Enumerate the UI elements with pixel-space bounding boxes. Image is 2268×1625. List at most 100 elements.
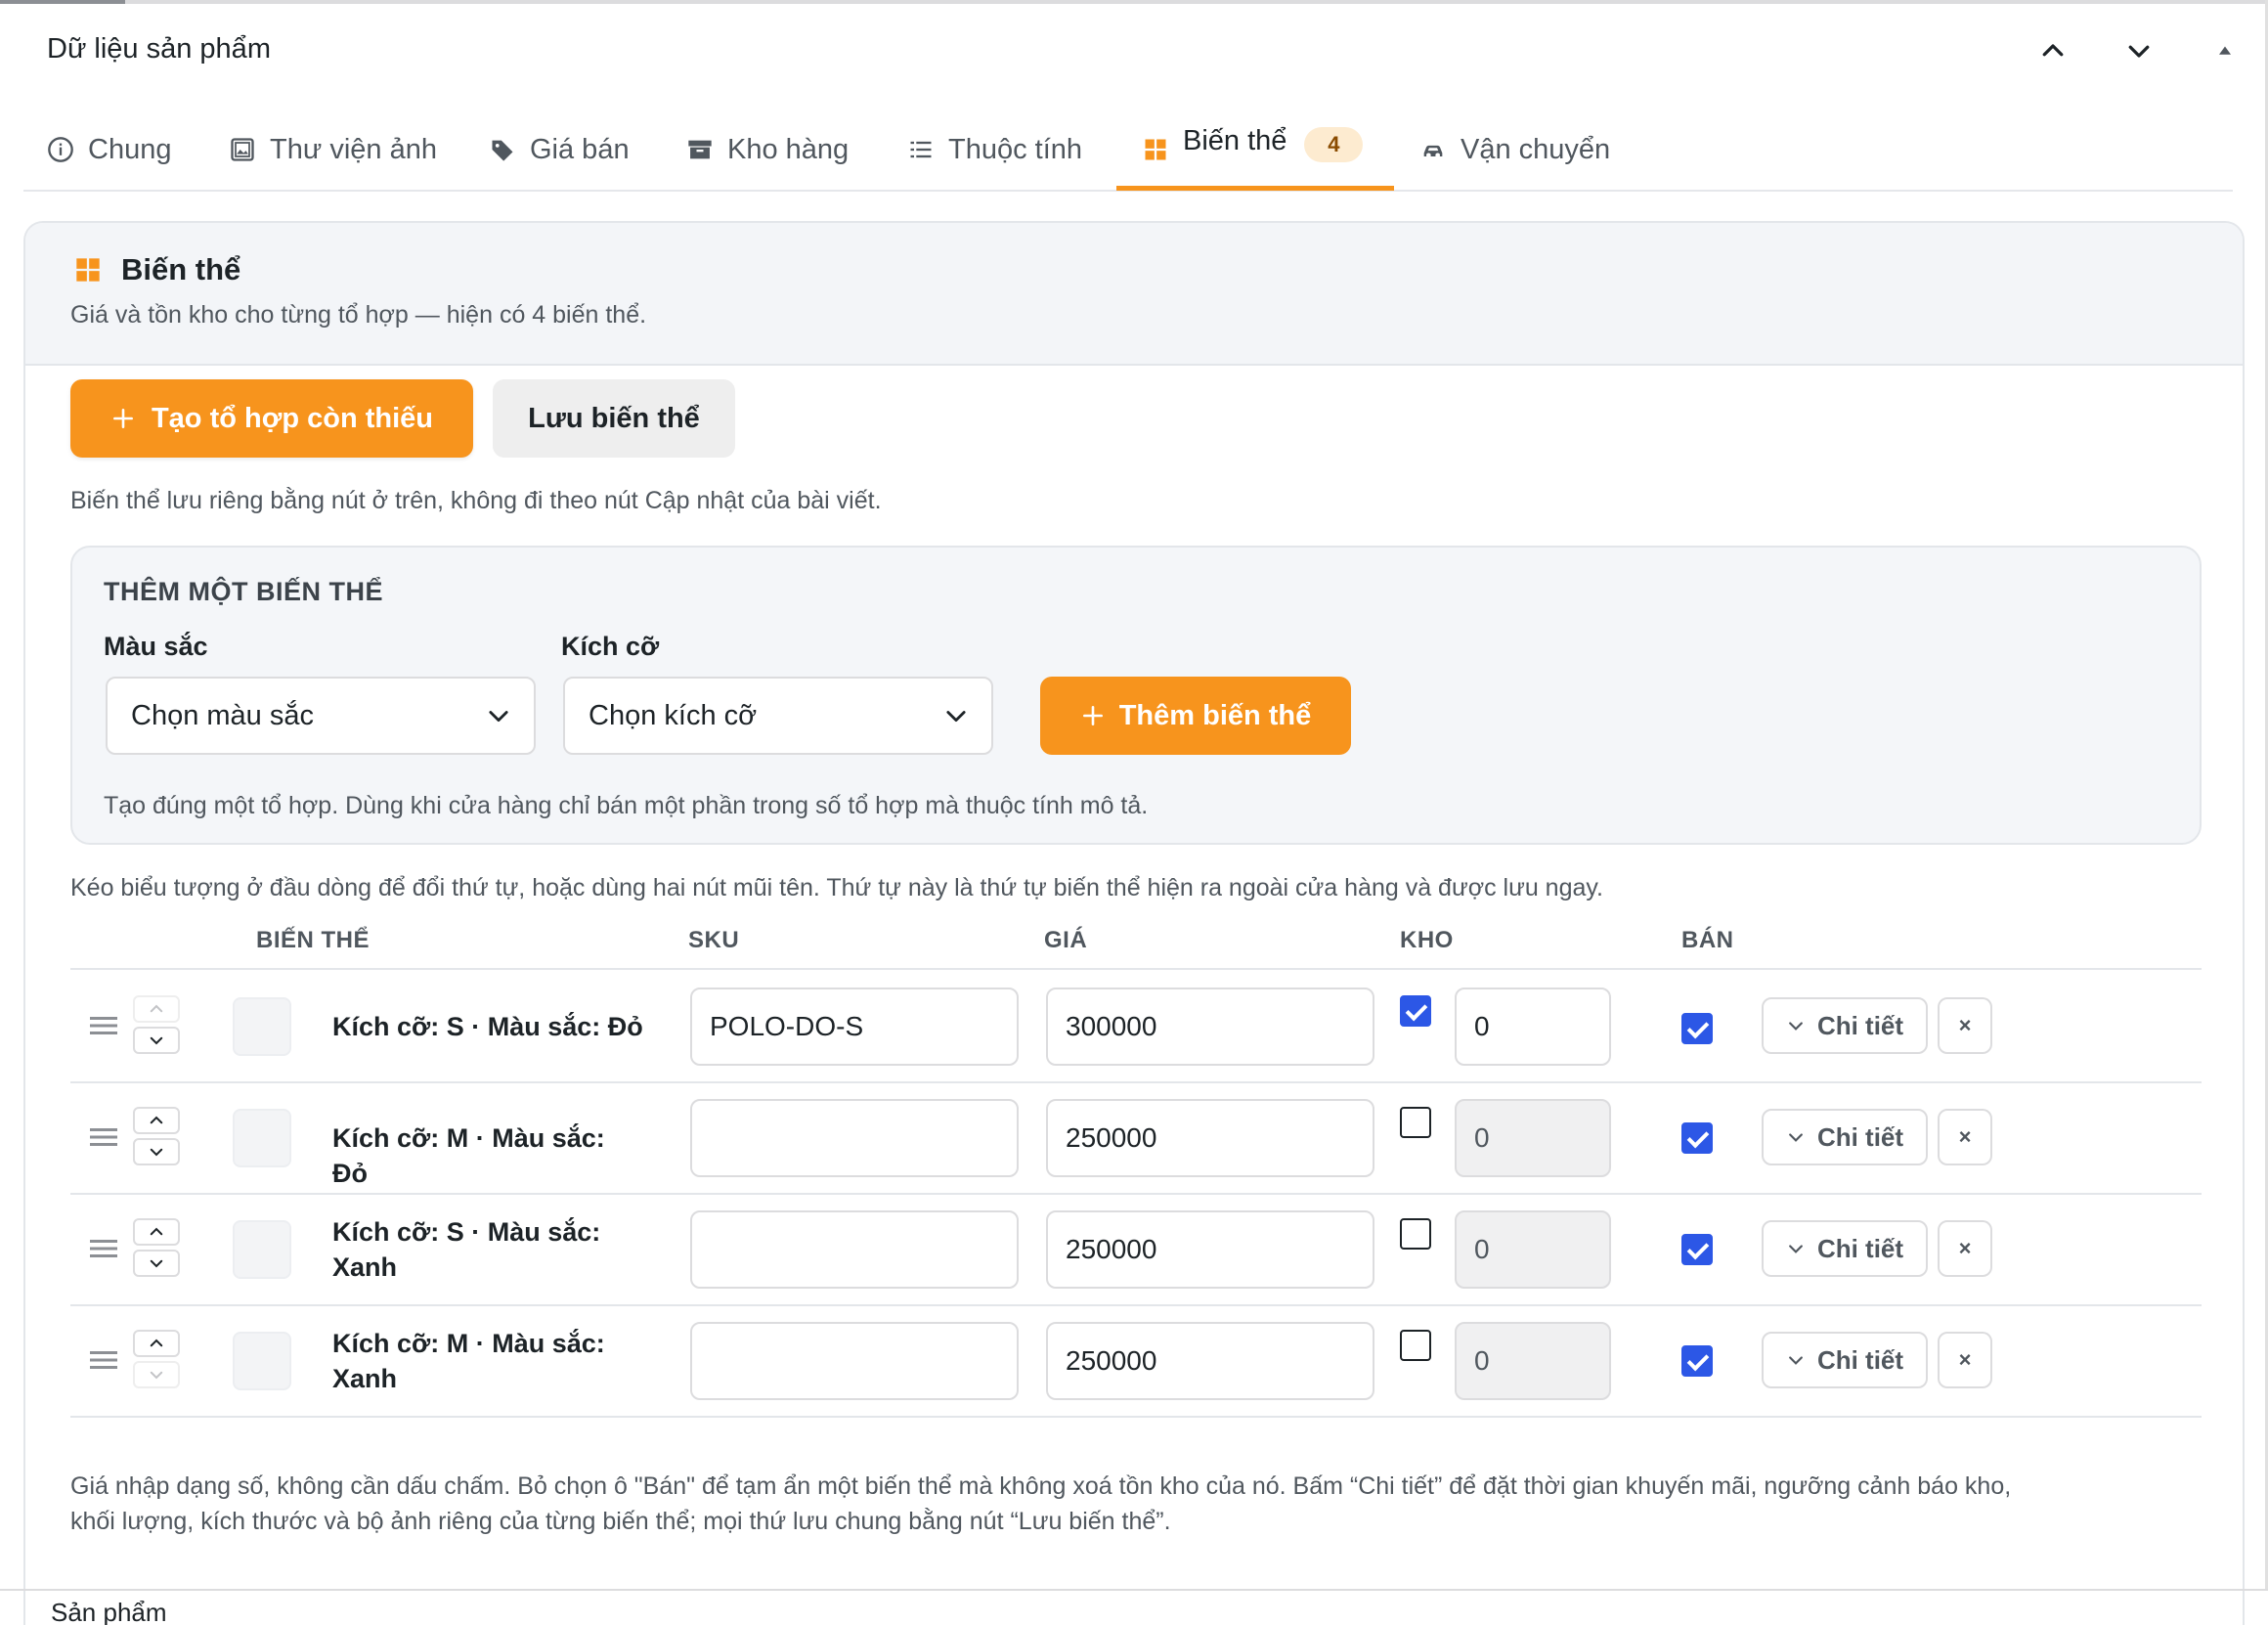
details-button[interactable]: Chi tiết — [1762, 1220, 1928, 1277]
tab-label: Biến thể — [1183, 124, 1287, 156]
tab-label: Giá bán — [530, 133, 630, 165]
save-note: Biến thể lưu riêng bằng nút ở trên, khôn… — [70, 487, 882, 514]
create-missing-combinations-button[interactable]: Tạo tổ hợp còn thiếu — [70, 379, 473, 458]
sell-checkbox[interactable] — [1681, 1122, 1713, 1154]
tab-label: Chung — [88, 133, 172, 165]
gallery-icon — [229, 136, 256, 163]
move-row-down-button[interactable] — [133, 1027, 180, 1054]
variant-image-placeholder[interactable] — [233, 1220, 291, 1279]
close-icon: × — [1958, 1347, 1972, 1372]
delete-variant-button[interactable]: × — [1938, 1109, 1992, 1165]
tab-gallery[interactable]: Thư viện ảnh — [229, 108, 437, 192]
stock-input[interactable]: 0 — [1455, 988, 1611, 1066]
move-up-button[interactable] — [2024, 25, 2082, 76]
next-panel-label: Sản phẩm — [51, 1598, 167, 1625]
panel-title: Dữ liệu sản phẩm — [47, 33, 271, 65]
variant-count-badge: 4 — [1304, 127, 1364, 162]
details-button[interactable]: Chi tiết — [1762, 997, 1928, 1054]
active-tab-indicator — [1116, 186, 1394, 191]
manage-stock-checkbox[interactable] — [1400, 1218, 1431, 1250]
manage-stock-checkbox[interactable] — [1400, 995, 1431, 1027]
color-select[interactable]: Chọn màu sắc — [106, 677, 536, 755]
variant-image-placeholder[interactable] — [233, 1332, 291, 1390]
variant-image-placeholder[interactable] — [233, 997, 291, 1056]
chevron-down-icon — [946, 711, 966, 723]
tab-label: Thư viện ảnh — [270, 133, 437, 165]
chevron-down-icon — [1789, 1245, 1803, 1253]
move-row-down-button[interactable] — [133, 1361, 180, 1388]
sell-checkbox[interactable] — [1681, 1345, 1713, 1377]
add-variant-box: THÊM MỘT BIẾN THỂ Màu sắc Kích cỡ Chọn m… — [70, 546, 2202, 845]
tab-shipping[interactable]: Vận chuyển — [1419, 108, 1610, 192]
move-row-up-button[interactable] — [133, 1218, 180, 1246]
manage-stock-checkbox[interactable] — [1400, 1330, 1431, 1361]
details-button[interactable]: Chi tiết — [1762, 1109, 1928, 1165]
manage-stock-checkbox[interactable] — [1400, 1107, 1431, 1138]
variant-image-placeholder[interactable] — [233, 1109, 291, 1167]
move-row-up-button[interactable] — [133, 1330, 180, 1357]
column-variant: BIẾN THỂ — [256, 927, 371, 953]
chevron-up-icon — [150, 1116, 163, 1124]
move-row-down-button[interactable] — [133, 1138, 180, 1165]
move-row-up-button[interactable] — [133, 1107, 180, 1134]
footer-note-line: Giá nhập dạng số, không cần dấu chấm. Bỏ… — [70, 1472, 2012, 1500]
variants-title: Biến thể — [121, 252, 241, 286]
variants-subtitle: Giá và tồn kho cho từng tổ hợp — hiện có… — [70, 301, 647, 329]
delete-variant-button[interactable]: × — [1938, 997, 1992, 1054]
toggle-panel-button[interactable] — [2196, 25, 2254, 76]
close-icon: × — [1958, 1236, 1972, 1260]
tab-inventory[interactable]: Kho hàng — [686, 108, 849, 192]
add-variant-title: THÊM MỘT BIẾN THỂ — [104, 577, 383, 606]
variant-name: Kích cỡ: S · Màu sắc: Xanh — [332, 1214, 645, 1285]
sku-input[interactable] — [690, 1099, 1019, 1177]
drag-handle-icon[interactable] — [90, 1126, 117, 1148]
sku-input[interactable]: POLO-DO-S — [690, 988, 1019, 1066]
stock-input[interactable]: 0 — [1455, 1099, 1611, 1177]
drag-handle-icon[interactable] — [90, 1015, 117, 1036]
tab-general[interactable]: Chung — [47, 108, 171, 192]
chevron-down-icon — [150, 1148, 163, 1157]
price-input[interactable]: 250000 — [1046, 1322, 1374, 1400]
save-variants-button[interactable]: Lưu biến thể — [493, 379, 735, 458]
column-sku: SKU — [688, 927, 740, 953]
stock-input[interactable]: 0 — [1455, 1210, 1611, 1289]
move-row-up-button[interactable] — [133, 995, 180, 1023]
size-select[interactable]: Chọn kích cỡ — [563, 677, 993, 755]
chevron-down-icon — [1789, 1356, 1803, 1365]
price-input[interactable]: 300000 — [1046, 988, 1374, 1066]
chevron-up-icon — [150, 1339, 163, 1347]
delete-variant-button[interactable]: × — [1938, 1332, 1992, 1388]
close-icon: × — [1958, 1013, 1972, 1037]
add-variant-hint: Tạo đúng một tổ hợp. Dùng khi cửa hàng c… — [104, 792, 1149, 819]
chevron-down-icon — [2128, 45, 2150, 58]
stock-input[interactable]: 0 — [1455, 1322, 1611, 1400]
drag-handle-icon[interactable] — [90, 1238, 117, 1259]
sku-input[interactable] — [690, 1322, 1019, 1400]
sku-input[interactable] — [690, 1210, 1019, 1289]
variant-name: Kích cỡ: M · Màu sắc: Xanh — [332, 1326, 645, 1396]
triangle-up-icon — [2219, 46, 2231, 55]
color-select-value: Chọn màu sắc — [131, 699, 314, 731]
add-variant-button[interactable]: Thêm biến thể — [1040, 677, 1351, 755]
move-down-button[interactable] — [2110, 25, 2168, 76]
price-input[interactable]: 250000 — [1046, 1099, 1374, 1177]
price-input[interactable]: 250000 — [1046, 1210, 1374, 1289]
button-label: Chi tiết — [1816, 1010, 1904, 1040]
delete-variant-button[interactable]: × — [1938, 1220, 1992, 1277]
drag-handle-icon[interactable] — [90, 1349, 117, 1371]
tab-attributes[interactable]: Thuộc tính — [907, 108, 1082, 192]
details-button[interactable]: Chi tiết — [1762, 1332, 1928, 1388]
tab-price[interactable]: Giá bán — [489, 108, 630, 192]
size-label: Kích cỡ — [561, 632, 660, 661]
product-data-tabs: Chung Thư viện ảnh Giá bán Kho hàng Thuộ… — [23, 108, 2233, 192]
panel-header: Dữ liệu sản phẩm — [0, 4, 2265, 92]
variant-name-line: Kích cỡ: M · Màu sắc: — [332, 1329, 605, 1358]
move-row-down-button[interactable] — [133, 1250, 180, 1277]
chevron-down-icon — [1789, 1133, 1803, 1142]
variant-name-line: Xanh — [332, 1252, 398, 1282]
sell-checkbox[interactable] — [1681, 1013, 1713, 1044]
sell-checkbox[interactable] — [1681, 1234, 1713, 1265]
tab-variants[interactable]: Biến thể 4 — [1142, 108, 1364, 192]
footer-note-line: khối lượng, kích thước và bộ ảnh riêng c… — [70, 1508, 1171, 1535]
variant-name-line: Kích cỡ: S · Màu sắc: — [332, 1217, 601, 1247]
